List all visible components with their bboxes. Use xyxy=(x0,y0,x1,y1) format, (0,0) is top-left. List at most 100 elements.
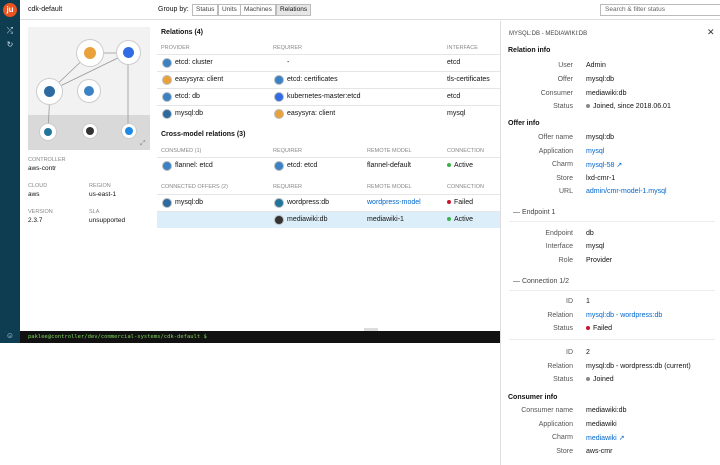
connection-1-status: Failed xyxy=(586,325,612,332)
consumer-store-value: aws-cmr xyxy=(586,448,613,455)
external-link-icon: ↗ xyxy=(618,435,625,442)
cloud-info: CLOUD aws xyxy=(28,183,48,198)
application-link[interactable]: mysql xyxy=(586,148,604,155)
kubernetes-icon xyxy=(274,92,284,102)
col-consumed: CONSUMED (1) xyxy=(161,148,202,154)
col-connection: CONNECTION xyxy=(447,184,484,190)
top-bar: cdk-default Group by: Status Units Machi… xyxy=(20,0,720,20)
url-link[interactable]: admin/cmr-model-1.mysql xyxy=(586,188,667,195)
easysyra-icon xyxy=(274,109,284,119)
external-link-icon: ↗ xyxy=(616,162,623,169)
status-dot xyxy=(586,104,590,109)
connection-1-id: 1 xyxy=(586,298,590,305)
user-icon[interactable]: ☺ xyxy=(0,331,20,343)
version-info: VERSION 2.3.7 xyxy=(28,209,53,224)
col-requirer: REQUIRER xyxy=(273,184,303,190)
active-dot xyxy=(447,217,451,222)
connection-1-relation-link[interactable]: mysql:db - wordpress:db xyxy=(586,312,662,319)
endpoint-value: db xyxy=(586,230,594,237)
active-dot xyxy=(447,163,451,168)
mediawiki-node[interactable] xyxy=(82,123,98,139)
col-requirer: REQUIRER xyxy=(273,45,303,51)
mysql-icon xyxy=(162,109,172,119)
wordpress-node[interactable] xyxy=(39,123,57,141)
close-icon[interactable]: ✕ xyxy=(707,27,715,38)
connection-status: Active xyxy=(447,162,473,169)
col-remote-model: REMOTE MODEL xyxy=(367,148,412,154)
etcd-icon xyxy=(162,58,172,68)
relation-row[interactable]: easysyra: client etcd: certificates tls-… xyxy=(157,71,500,88)
refresh-icon[interactable]: ↻ xyxy=(5,40,15,50)
endpoint-toggle[interactable]: — Endpoint 1 xyxy=(513,209,555,216)
relation-info-heading: Relation info xyxy=(508,47,551,54)
consumer-name-value: mediawiki:db xyxy=(586,407,627,414)
connection-status: Failed xyxy=(447,199,473,206)
terminal-prompt[interactable]: paklee@controller/dev/commercial-systems… xyxy=(20,331,500,343)
col-requirer: REQUIRER xyxy=(273,148,303,154)
shuffle-icon[interactable]: ⤮ xyxy=(5,26,15,36)
connection-status: Active xyxy=(447,216,473,223)
group-by-machines[interactable]: Machines xyxy=(240,4,276,16)
region-info: REGION us-east-1 xyxy=(89,183,117,198)
model-name: cdk-default xyxy=(28,6,63,13)
kubernetes-node[interactable] xyxy=(116,40,141,65)
group-by-status[interactable]: Status xyxy=(192,4,219,16)
col-connection: CONNECTION xyxy=(447,148,484,154)
mysql-icon xyxy=(162,198,172,208)
easysyra-icon xyxy=(162,75,172,85)
connection-2-relation: mysql:db - wordpress:db (current) xyxy=(586,363,691,370)
etcd-icon xyxy=(162,92,172,102)
easysyra-node[interactable] xyxy=(76,39,104,67)
flannel-node[interactable] xyxy=(77,79,101,103)
group-by-label: Group by: xyxy=(158,6,189,13)
group-by-units[interactable]: Units xyxy=(218,4,241,16)
cmr-title: Cross-model relations (3) xyxy=(161,131,246,138)
panel-title: MYSQL:DB - MEDIAWIKI:DB xyxy=(509,31,588,37)
status-dot xyxy=(586,377,590,382)
interface-value: mysql xyxy=(586,243,605,250)
relation-row[interactable]: mysql:db easysyra: client mysql xyxy=(157,105,500,122)
relations-title: Relations (4) xyxy=(161,29,204,36)
consumed-row[interactable]: flannel: etcd etcd: etcd flannel-default… xyxy=(157,157,500,174)
consumer-charm-link[interactable]: mediawiki ↗ xyxy=(586,434,625,442)
consumer-value: mediawiki:db xyxy=(586,90,627,97)
failed-dot xyxy=(447,200,451,205)
etcd-icon xyxy=(274,161,284,171)
store-value: lxd-cmr-1 xyxy=(586,175,616,182)
controller-info: CONTROLLER aws-contr xyxy=(28,157,66,172)
offer-row[interactable]: mysql:db wordpress:db wordpress-model Fa… xyxy=(157,194,500,211)
connection-2-id: 2 xyxy=(586,349,590,356)
group-by-relations[interactable]: Relations xyxy=(276,4,312,16)
offer-name-value: mysql:db xyxy=(586,134,615,141)
status-value: Joined, since 2018.06.01 xyxy=(586,103,671,110)
col-connected-offers: CONNECTED OFFERS (2) xyxy=(161,184,228,190)
consumer-info-heading: Consumer info xyxy=(508,394,558,401)
divider xyxy=(509,221,715,222)
col-provider: PROVIDER xyxy=(161,45,190,51)
expand-icon[interactable]: ⤢ xyxy=(140,140,146,148)
relation-row[interactable]: etcd: cluster - etcd xyxy=(157,54,500,71)
offer-value: mysql:db xyxy=(586,76,615,83)
mysql-node[interactable] xyxy=(121,123,137,139)
wordpress-icon xyxy=(274,198,284,208)
juju-logo[interactable]: ju xyxy=(3,3,17,17)
etcd-icon xyxy=(274,75,284,85)
connection-toggle[interactable]: — Connection 1/2 xyxy=(513,278,569,285)
divider xyxy=(509,290,715,291)
mediawiki-icon xyxy=(274,215,284,225)
relation-detail-panel: MYSQL:DB - MEDIAWIKI:DB ✕ Relation info … xyxy=(500,21,720,465)
flannel-icon xyxy=(162,161,172,171)
model-canvas[interactable]: ⤢ xyxy=(28,27,150,150)
col-remote-model: REMOTE MODEL xyxy=(367,184,412,190)
remote-model-link[interactable]: wordpress-model xyxy=(367,199,421,206)
left-rail: ju ⤮ ↻ xyxy=(0,0,20,343)
offer-row-selected[interactable]: mediawiki:db mediawiki-1 Active xyxy=(157,211,500,228)
relation-row[interactable]: etcd: db kubernetes-master:etcd etcd xyxy=(157,88,500,105)
user-value: Admin xyxy=(586,62,606,69)
charm-link[interactable]: mysql-58 ↗ xyxy=(586,161,622,169)
etcd-node[interactable] xyxy=(36,78,63,105)
sla-info: SLA unsupported xyxy=(89,209,126,224)
search-input[interactable]: Search & filter status xyxy=(600,4,720,16)
role-value: Provider xyxy=(586,257,613,264)
failed-dot xyxy=(586,326,590,331)
